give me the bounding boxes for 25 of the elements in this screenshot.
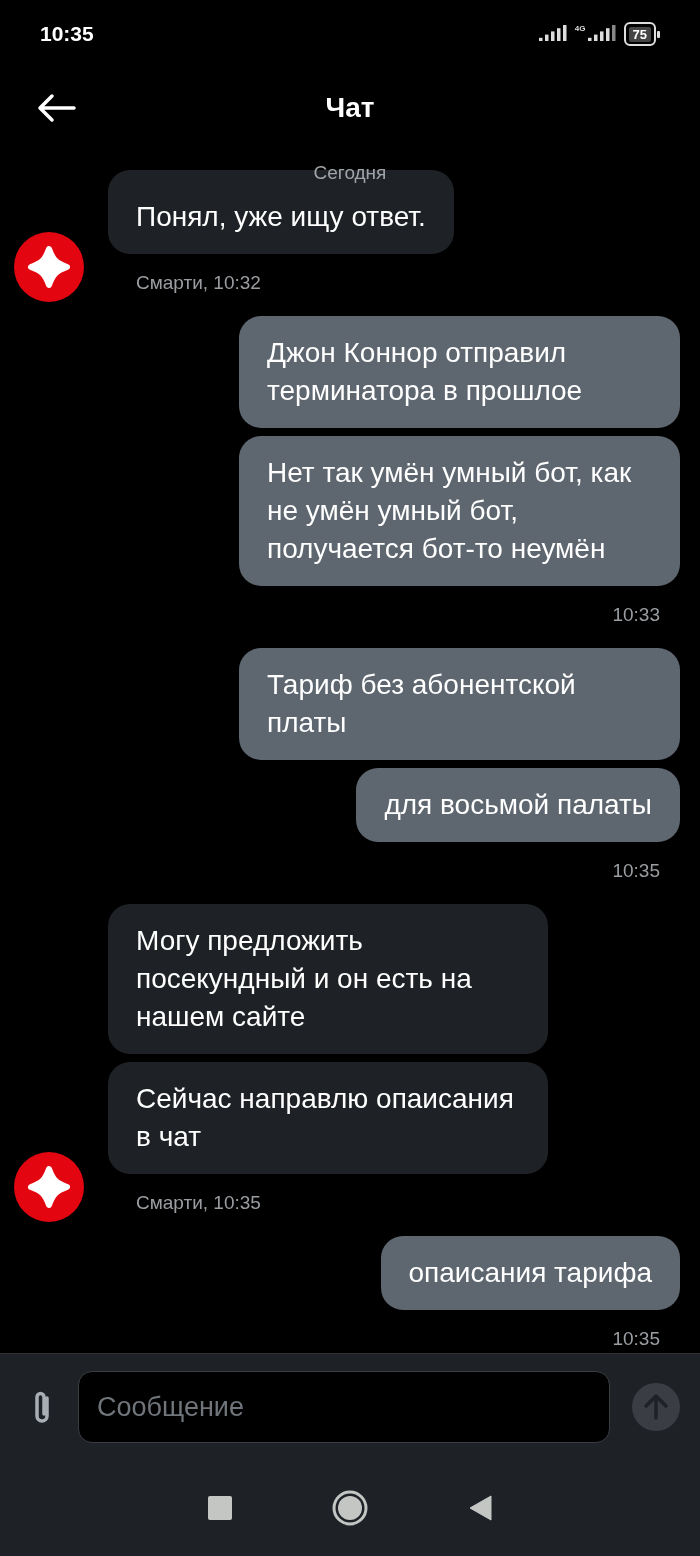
message-meta: 10:35 [612,860,660,882]
back-nav-button[interactable] [468,1494,492,1522]
bot-avatar-icon [14,1152,84,1222]
message-input[interactable]: Сообщение [78,1371,610,1443]
back-button[interactable] [36,93,76,123]
message-meta: 10:35 [612,1328,660,1350]
message-meta: Смарти, 10:35 [136,1192,261,1214]
signal-icon [538,25,567,43]
message-meta: 10:33 [612,604,660,626]
chat-title: Чат [325,92,375,124]
message-bubble: Джон Коннор отправил терминатора в прошлое [239,316,680,428]
date-label: Сегодня [313,162,387,184]
message-bubble: Нет так умён умный бот, как не умён умный бот, получается бот-то неумён [239,436,680,586]
message-bubble: опаисания тарифа [380,1236,680,1310]
battery-icon: 75 [623,22,656,46]
home-button[interactable] [332,1490,368,1526]
network-type: 4G [574,25,586,33]
message-bubble: для восьмой палаты [356,768,680,842]
message-bubble: Сейчас направлю опаисания в чат [108,1062,548,1174]
message-bubble: Тариф без абонентской платы [239,648,680,760]
status-time: 10:35 [40,22,94,46]
signal-icon [587,25,616,43]
message-meta: Смарти, 10:32 [136,272,261,294]
bot-avatar-icon [14,232,84,302]
message-bubble: Могу предложить посекундный и он есть на нашем сайте [108,904,548,1054]
